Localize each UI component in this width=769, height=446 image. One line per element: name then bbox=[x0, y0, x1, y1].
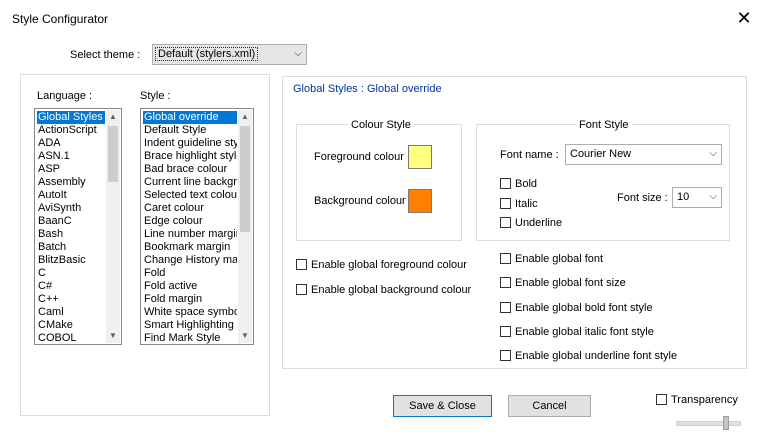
scroll-down-icon[interactable]: ▼ bbox=[238, 329, 252, 343]
window-title: Style Configurator bbox=[12, 12, 109, 26]
save-close-button[interactable]: Save & Close bbox=[393, 395, 492, 417]
transparency-slider-track[interactable] bbox=[676, 421, 741, 426]
language-list-item[interactable]: Bash bbox=[37, 228, 105, 241]
language-list-item[interactable]: Caml bbox=[37, 306, 105, 319]
bold-label: Bold bbox=[515, 178, 538, 190]
style-list-item[interactable]: Selected text colour bbox=[143, 189, 237, 202]
italic-label: Italic bbox=[515, 198, 538, 210]
language-list-item[interactable]: C bbox=[37, 267, 105, 280]
chevron-down-icon: ⌵ bbox=[294, 48, 302, 59]
style-list-item[interactable]: Line number margin bbox=[143, 228, 237, 241]
chevron-down-icon: ⌵ bbox=[709, 148, 717, 159]
style-list-item[interactable]: Bookmark margin bbox=[143, 241, 237, 254]
language-list-item[interactable]: C# bbox=[37, 280, 105, 293]
global-underline-checkbox[interactable] bbox=[500, 350, 511, 361]
background-colour-swatch[interactable] bbox=[408, 189, 432, 213]
language-list-item[interactable]: CMake bbox=[37, 319, 105, 332]
transparency-checkbox[interactable] bbox=[656, 394, 667, 405]
global-italic-checkbox[interactable] bbox=[500, 326, 511, 337]
language-list-item[interactable]: C++ bbox=[37, 293, 105, 306]
global-bold-checkbox[interactable] bbox=[500, 302, 511, 313]
style-list-item[interactable]: Smart Highlighting bbox=[143, 319, 237, 332]
global-font-size-label: Enable global font size bbox=[515, 277, 626, 289]
underline-checkbox[interactable] bbox=[500, 217, 511, 228]
language-list-item[interactable]: BaanC bbox=[37, 215, 105, 228]
style-list-item[interactable]: Default Style bbox=[143, 124, 237, 137]
style-list-item[interactable]: Fold active bbox=[143, 280, 237, 293]
foreground-colour-swatch[interactable] bbox=[408, 145, 432, 169]
scroll-up-icon[interactable]: ▲ bbox=[106, 110, 120, 124]
global-bg-label: Enable global background colour bbox=[311, 284, 472, 296]
scroll-thumb[interactable] bbox=[240, 126, 250, 232]
language-list-item[interactable]: AutoIt bbox=[37, 189, 105, 202]
style-list-item[interactable]: Global override bbox=[143, 111, 237, 124]
font-name-select[interactable]: Courier New ⌵ bbox=[565, 144, 722, 165]
style-list-item[interactable]: Caret colour bbox=[143, 202, 237, 215]
language-list-item[interactable]: ASN.1 bbox=[37, 150, 105, 163]
font-size-select[interactable]: 10 ⌵ bbox=[672, 187, 722, 208]
italic-checkbox[interactable] bbox=[500, 198, 511, 209]
panel-title: Global Styles : Global override bbox=[293, 83, 442, 95]
scroll-down-icon[interactable]: ▼ bbox=[106, 329, 120, 343]
language-scrollbar[interactable]: ▲ ▼ bbox=[106, 110, 120, 343]
language-list-item[interactable]: ADA bbox=[37, 137, 105, 150]
global-font-size-checkbox[interactable] bbox=[500, 277, 511, 288]
global-fg-checkbox[interactable] bbox=[296, 259, 307, 270]
transparency-slider-thumb[interactable] bbox=[723, 416, 729, 430]
global-font-label: Enable global font bbox=[515, 253, 604, 265]
language-list-item[interactable]: ASP bbox=[37, 163, 105, 176]
select-theme-label: Select theme : bbox=[70, 49, 141, 61]
global-fg-label: Enable global foreground colour bbox=[311, 259, 467, 271]
font-size-label: Font size : bbox=[617, 192, 668, 204]
font-name-value: Courier New bbox=[570, 148, 632, 160]
transparency-label: Transparency bbox=[671, 394, 738, 406]
language-list-item[interactable]: ActionScript bbox=[37, 124, 105, 137]
global-italic-label: Enable global italic font style bbox=[515, 326, 654, 338]
language-label: Language : bbox=[37, 90, 93, 102]
theme-select[interactable]: Default (stylers.xml) ⌵ bbox=[152, 44, 307, 65]
style-list-item[interactable]: Indent guideline style bbox=[143, 137, 237, 150]
underline-label: Underline bbox=[515, 217, 563, 229]
style-list-item[interactable]: Current line background bbox=[143, 176, 237, 189]
style-scrollbar[interactable]: ▲ ▼ bbox=[238, 110, 252, 343]
language-list[interactable]: Global Styles ActionScript ADA ASN.1 ASP Asse… bbox=[34, 108, 122, 345]
language-list-item[interactable]: COBOL bbox=[37, 332, 105, 344]
colour-style-group bbox=[296, 124, 462, 241]
chevron-down-icon: ⌵ bbox=[709, 191, 717, 202]
font-size-value: 10 bbox=[677, 191, 690, 203]
global-font-checkbox[interactable] bbox=[500, 253, 511, 264]
font-name-label: Font name : bbox=[500, 149, 559, 161]
cancel-button[interactable]: Cancel bbox=[508, 395, 591, 417]
global-bg-checkbox[interactable] bbox=[296, 284, 307, 295]
style-list-item[interactable]: Find Mark Style bbox=[143, 332, 237, 344]
style-label: Style : bbox=[140, 90, 171, 102]
global-bold-label: Enable global bold font style bbox=[515, 302, 653, 314]
language-list-item[interactable]: AviSynth bbox=[37, 202, 105, 215]
language-list-item[interactable]: Batch bbox=[37, 241, 105, 254]
colour-style-title: Colour Style bbox=[348, 119, 414, 131]
global-underline-label: Enable global underline font style bbox=[515, 350, 678, 362]
language-list-item[interactable]: Assembly bbox=[37, 176, 105, 189]
scroll-up-icon[interactable]: ▲ bbox=[238, 110, 252, 124]
style-list-item[interactable]: White space symbol bbox=[143, 306, 237, 319]
style-list-item[interactable]: Bad brace colour bbox=[143, 163, 237, 176]
style-list-item[interactable]: Fold margin bbox=[143, 293, 237, 306]
close-icon[interactable]: ✕ bbox=[736, 9, 752, 27]
language-list-item[interactable]: Global Styles bbox=[37, 111, 105, 124]
style-list-item[interactable]: Fold bbox=[143, 267, 237, 280]
style-list-item[interactable]: Brace highlight style bbox=[143, 150, 237, 163]
font-style-title: Font Style bbox=[576, 119, 632, 131]
style-list[interactable]: Global override Default Style Indent guide… bbox=[140, 108, 254, 345]
bold-checkbox[interactable] bbox=[500, 178, 511, 189]
theme-select-value: Default (stylers.xml) bbox=[155, 47, 259, 61]
style-list-item[interactable]: Change History margin bbox=[143, 254, 237, 267]
background-colour-label: Background colour bbox=[314, 195, 406, 207]
foreground-colour-label: Foreground colour bbox=[314, 151, 404, 163]
scroll-thumb[interactable] bbox=[108, 126, 118, 182]
style-list-item[interactable]: Edge colour bbox=[143, 215, 237, 228]
language-list-item[interactable]: BlitzBasic bbox=[37, 254, 105, 267]
